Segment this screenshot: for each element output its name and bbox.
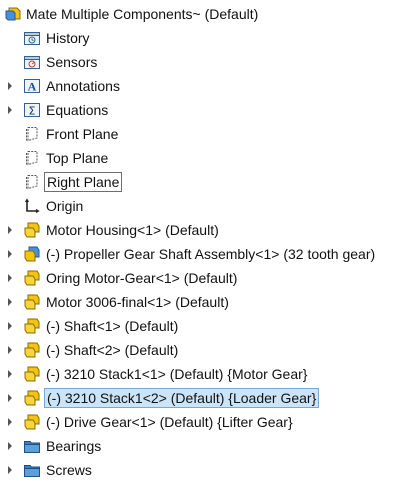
expand-arrow-icon[interactable] xyxy=(4,248,16,260)
expand-arrow-icon[interactable] xyxy=(4,464,16,476)
tree-item-label: History xyxy=(46,30,90,46)
expand-arrow-icon[interactable] xyxy=(4,368,16,380)
part-icon xyxy=(23,413,41,431)
tree-item-motor-3006-final-1-default[interactable]: Motor 3006-final<1> (Default) xyxy=(0,290,413,314)
tree-item-front-plane[interactable]: Front Plane xyxy=(0,122,413,146)
expand-arrow-icon[interactable] xyxy=(4,272,16,284)
tree-item-origin[interactable]: Origin xyxy=(0,194,413,218)
tree-item-label: (-) Propeller Gear Shaft Assembly<1> (32… xyxy=(46,246,376,262)
tree-item-label: Bearings xyxy=(46,438,102,454)
expand-arrow-icon[interactable] xyxy=(4,344,16,356)
plane-icon xyxy=(23,149,41,167)
tree-item-label: Front Plane xyxy=(46,126,119,142)
tree-root-label: Mate Multiple Components~ (Default) xyxy=(26,6,259,22)
assembly-icon xyxy=(4,5,22,23)
expand-arrow-icon[interactable] xyxy=(4,392,16,404)
history-folder-icon xyxy=(23,29,41,47)
part-icon xyxy=(23,317,41,335)
tree-root[interactable]: Mate Multiple Components~ (Default) xyxy=(0,2,413,26)
tree-item-motor-housing-1-default[interactable]: Motor Housing<1> (Default) xyxy=(0,218,413,242)
part-icon xyxy=(23,341,41,359)
folder-icon xyxy=(23,461,41,479)
tree-item-top-plane[interactable]: Top Plane xyxy=(0,146,413,170)
tree-item-screws[interactable]: Screws xyxy=(0,458,413,482)
tree-item-label: Equations xyxy=(46,102,109,118)
tree-item-oring-motor-gear-1-default[interactable]: Oring Motor-Gear<1> (Default) xyxy=(0,266,413,290)
expand-arrow-icon[interactable] xyxy=(4,224,16,236)
tree-item-drive-gear-1-default-lifter-gear[interactable]: (-) Drive Gear<1> (Default) {Lifter Gear… xyxy=(0,410,413,434)
plane-icon xyxy=(23,173,41,191)
expand-arrow-icon[interactable] xyxy=(4,80,16,92)
part-icon xyxy=(23,269,41,287)
tree-item-sensors[interactable]: Sensors xyxy=(0,50,413,74)
equations-icon: Σ xyxy=(23,101,41,119)
tree-item-shaft-2-default[interactable]: (-) Shaft<2> (Default) xyxy=(0,338,413,362)
tree-item-propeller-gear-shaft-assembly-1-32-tooth-gear[interactable]: (-) Propeller Gear Shaft Assembly<1> (32… xyxy=(0,242,413,266)
tree-item-label: (-) Drive Gear<1> (Default) {Lifter Gear… xyxy=(46,414,293,430)
origin-icon xyxy=(23,197,41,215)
tree-item-label: (-) 3210 Stack1<2> (Default) {Loader Gea… xyxy=(44,388,320,408)
tree-item-label: Top Plane xyxy=(46,150,109,166)
tree-item-label: Oring Motor-Gear<1> (Default) xyxy=(46,270,238,286)
tree-item-annotations[interactable]: A Annotations xyxy=(0,74,413,98)
tree-item-label: Screws xyxy=(46,462,92,478)
folder-icon xyxy=(23,437,41,455)
svg-text:Σ: Σ xyxy=(29,105,36,118)
tree-item-label: Sensors xyxy=(46,54,98,70)
tree-item-3210-stack1-1-default-motor-gear[interactable]: (-) 3210 Stack1<1> (Default) {Motor Gear… xyxy=(0,362,413,386)
part-icon xyxy=(23,221,41,239)
part-icon xyxy=(23,293,41,311)
subassembly-icon xyxy=(23,245,41,263)
feature-manager-tree: Mate Multiple Components~ (Default) Hist… xyxy=(0,0,413,484)
expand-arrow-icon[interactable] xyxy=(4,296,16,308)
tree-item-label: (-) Shaft<2> (Default) xyxy=(46,342,179,358)
plane-icon xyxy=(23,125,41,143)
tree-item-label: Motor Housing<1> (Default) xyxy=(46,222,219,238)
expand-arrow-icon[interactable] xyxy=(4,104,16,116)
tree-item-label: Annotations xyxy=(46,78,120,94)
tree-item-label: (-) 3210 Stack1<1> (Default) {Motor Gear… xyxy=(46,366,308,382)
tree-item-right-plane[interactable]: Right Plane xyxy=(0,170,413,194)
expand-arrow-icon[interactable] xyxy=(4,440,16,452)
expand-arrow-icon[interactable] xyxy=(4,416,16,428)
tree-item-3210-stack1-2-default-loader-gear[interactable]: (-) 3210 Stack1<2> (Default) {Loader Gea… xyxy=(0,386,413,410)
tree-item-label: Right Plane xyxy=(44,172,123,192)
part-icon xyxy=(23,389,41,407)
tree-item-label: Origin xyxy=(46,198,84,214)
tree-item-shaft-1-default[interactable]: (-) Shaft<1> (Default) xyxy=(0,314,413,338)
annotations-icon: A xyxy=(23,77,41,95)
expand-arrow-icon[interactable] xyxy=(4,320,16,332)
tree-item-label: (-) Shaft<1> (Default) xyxy=(46,318,179,334)
tree-item-bearings[interactable]: Bearings xyxy=(0,434,413,458)
part-icon xyxy=(23,365,41,383)
sensors-icon xyxy=(23,53,41,71)
tree-item-history[interactable]: History xyxy=(0,26,413,50)
tree-item-equations[interactable]: Σ Equations xyxy=(0,98,413,122)
tree-item-label: Motor 3006-final<1> (Default) xyxy=(46,294,229,310)
svg-text:A: A xyxy=(28,80,37,94)
